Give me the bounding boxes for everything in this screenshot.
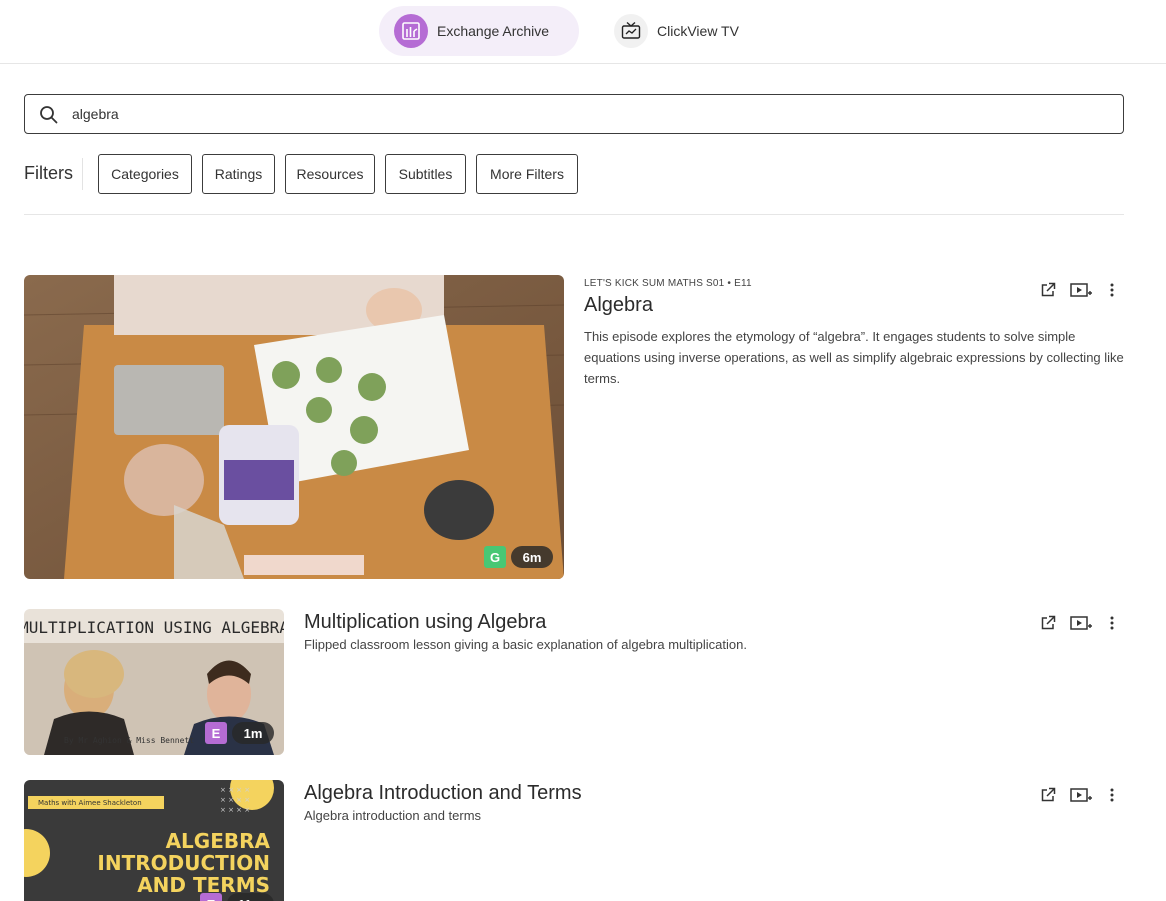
open-external-icon[interactable] bbox=[1037, 612, 1059, 634]
search-bar bbox=[24, 94, 1124, 134]
tab-clickview-tv-label: ClickView TV bbox=[657, 23, 739, 39]
video-thumbnail[interactable]: MULTIPLICATION USING ALGEBRA By Mr Aghio… bbox=[24, 609, 284, 755]
open-external-icon[interactable] bbox=[1037, 279, 1059, 301]
result-actions bbox=[1037, 279, 1123, 301]
video-description: This episode explores the etymology of “… bbox=[584, 329, 1124, 386]
filter-categories-button[interactable]: Categories bbox=[98, 154, 192, 194]
more-options-icon[interactable] bbox=[1101, 279, 1123, 301]
more-options-icon[interactable] bbox=[1101, 784, 1123, 806]
video-title[interactable]: Algebra bbox=[584, 294, 653, 317]
result-actions bbox=[1037, 784, 1123, 806]
thumbnail-title-text: MULTIPLICATION USING ALGEBRA bbox=[24, 618, 284, 637]
rating-badge-e: E bbox=[205, 722, 227, 744]
video-title[interactable]: Multiplication using Algebra bbox=[304, 611, 546, 634]
archive-icon bbox=[394, 14, 428, 48]
filters-divider bbox=[24, 214, 1124, 215]
thumbnail-image: × × × × × × × × × × × × Maths with Aimee S… bbox=[24, 780, 284, 901]
tab-clickview-tv[interactable]: ClickView TV bbox=[598, 6, 768, 56]
video-thumbnail[interactable]: G 6m bbox=[24, 275, 564, 579]
tab-exchange-archive-label: Exchange Archive bbox=[437, 23, 550, 39]
thumbnail-tag-text: Maths with Aimee Shackleton bbox=[38, 799, 142, 807]
result-actions bbox=[1037, 612, 1123, 634]
filter-resources-button[interactable]: Resources bbox=[285, 154, 375, 194]
thumbnail-title-line-1: ALGEBRA bbox=[166, 829, 271, 853]
thumbnail-image bbox=[24, 275, 564, 579]
svg-text:× × × ×: × × × × bbox=[220, 806, 250, 814]
thumbnail-title-line-2: INTRODUCTION bbox=[97, 851, 270, 875]
svg-text:× × × ×: × × × × bbox=[220, 786, 250, 794]
add-to-playlist-icon[interactable] bbox=[1070, 784, 1092, 806]
video-description: Algebra introduction and terms bbox=[304, 808, 482, 823]
filters-label: Filters bbox=[24, 163, 73, 183]
filters-separator bbox=[82, 158, 83, 190]
tv-icon bbox=[614, 14, 648, 48]
search-icon bbox=[40, 106, 58, 124]
filter-ratings-button[interactable]: Ratings bbox=[202, 154, 275, 194]
filter-subtitles-button[interactable]: Subtitles bbox=[385, 154, 466, 194]
rating-badge-e: E bbox=[200, 893, 222, 901]
add-to-playlist-icon[interactable] bbox=[1070, 279, 1092, 301]
rating-badge-g: G bbox=[484, 546, 506, 568]
filter-more-filters-button[interactable]: More Filters bbox=[476, 154, 578, 194]
duration-badge: 6m bbox=[511, 546, 553, 568]
video-title[interactable]: Algebra Introduction and Terms bbox=[304, 782, 582, 805]
add-to-playlist-icon[interactable] bbox=[1070, 612, 1092, 634]
more-options-icon[interactable] bbox=[1101, 612, 1123, 634]
thumbnail-caption-text: By Mr Aghion & Miss Bennett bbox=[64, 736, 194, 745]
tab-exchange-archive[interactable]: Exchange Archive bbox=[379, 6, 579, 56]
duration-badge: 1m bbox=[232, 722, 274, 744]
search-input[interactable] bbox=[72, 103, 1072, 125]
svg-text:× × × ×: × × × × bbox=[220, 796, 250, 804]
top-navigation: Exchange Archive ClickView TV bbox=[0, 0, 1166, 64]
video-thumbnail[interactable]: × × × × × × × × × × × × Maths with Aimee S… bbox=[24, 780, 284, 901]
series-label: LET'S KICK SUM MATHS S01 • E11 bbox=[584, 278, 752, 289]
open-external-icon[interactable] bbox=[1037, 784, 1059, 806]
video-description: Flipped classroom lesson giving a basic … bbox=[304, 637, 747, 652]
duration-badge: 11m bbox=[227, 893, 274, 901]
